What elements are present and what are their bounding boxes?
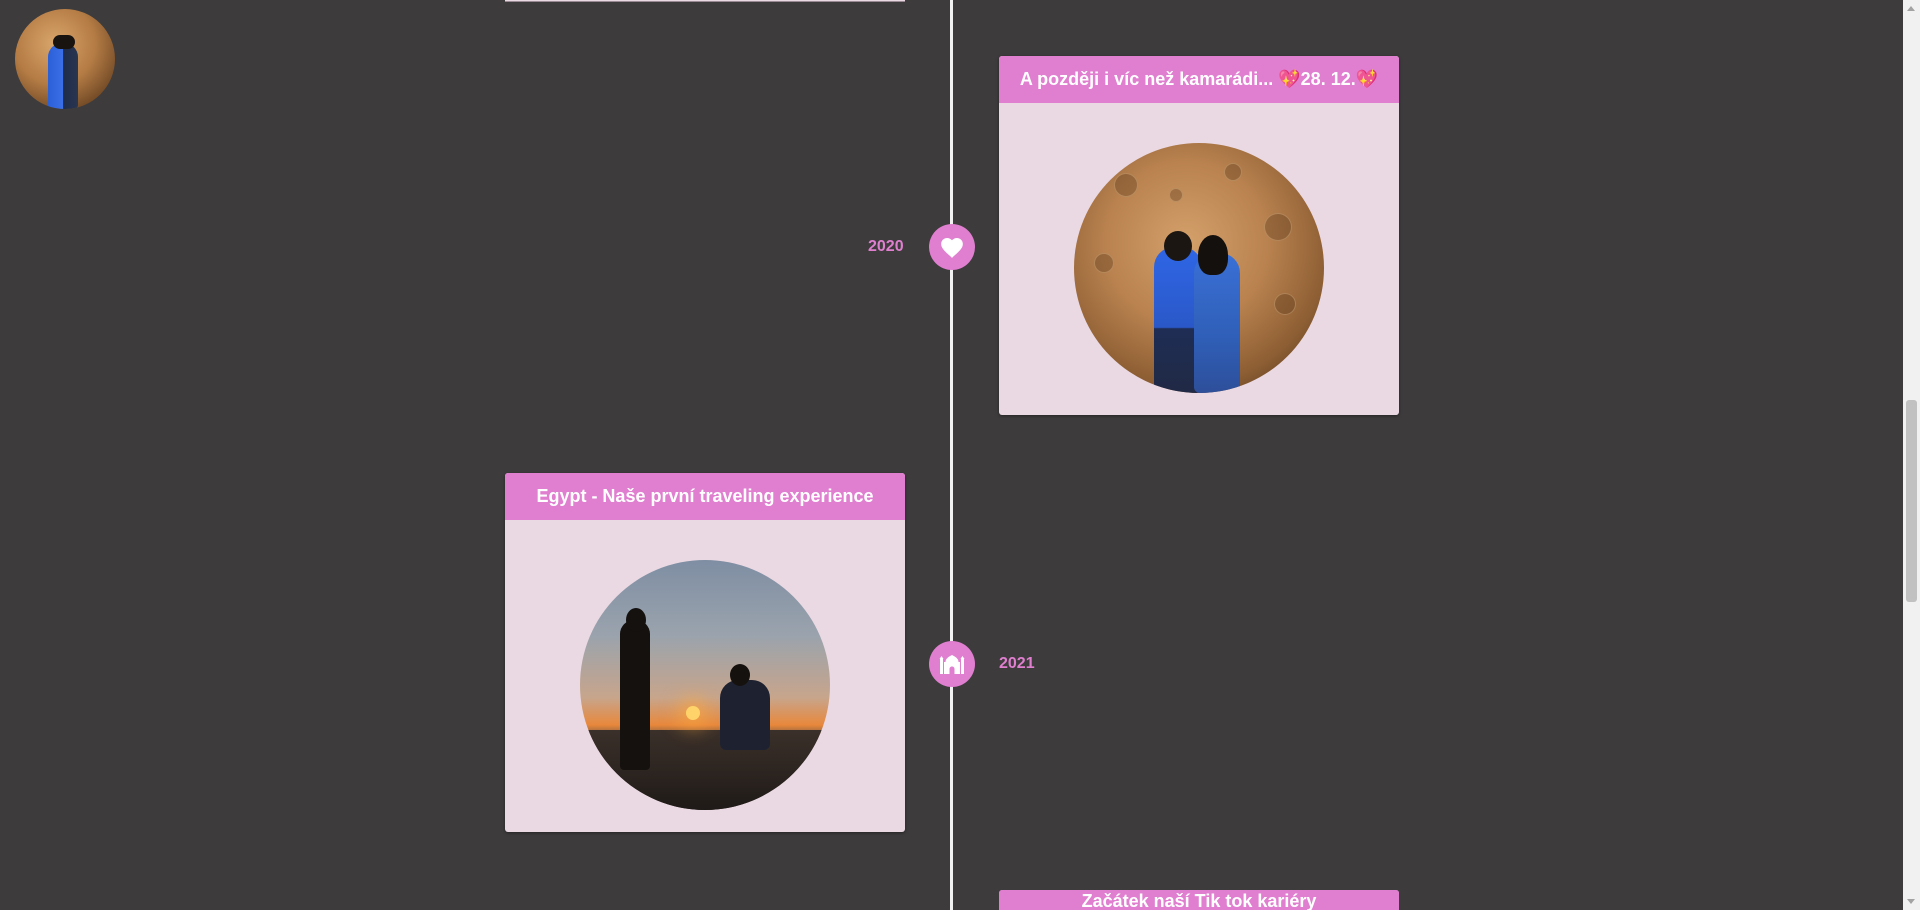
timeline-page: A později i víc než kamarádi... 💖28. 12.…: [0, 0, 1920, 910]
year-label-2020: 2020: [868, 238, 904, 255]
vertical-scrollbar[interactable]: [1903, 0, 1920, 910]
moon-crater: [1169, 188, 1183, 202]
photo-person: [720, 680, 770, 750]
photo-couple: [1154, 231, 1244, 393]
moon-crater: [1274, 293, 1296, 315]
timeline-card-2020: A později i víc než kamarádi... 💖28. 12.…: [999, 56, 1399, 415]
moon-crater: [1264, 213, 1292, 241]
timeline-card-2021: Egypt - Naše první traveling experience: [505, 473, 905, 832]
timeline-line: [950, 0, 953, 910]
moon-crater: [1094, 253, 1114, 273]
card-body: [999, 103, 1399, 415]
event-photo[interactable]: [580, 560, 830, 810]
scroll-down-arrow-icon[interactable]: [1907, 899, 1915, 904]
photo-head: [626, 608, 646, 632]
photo-ground: [580, 730, 830, 810]
card-title: Egypt - Naše první traveling experience: [505, 473, 905, 520]
moon-crater: [1224, 163, 1242, 181]
card-title: A později i víc než kamarádi... 💖28. 12.…: [999, 56, 1399, 103]
year-label-2021: 2021: [999, 655, 1035, 672]
event-photo[interactable]: [1074, 143, 1324, 393]
photo-head: [730, 664, 750, 686]
heart-icon: [941, 238, 963, 258]
timeline-node-2020: [929, 224, 975, 270]
card-title: Začátek naší Tik tok kariéry: [999, 890, 1399, 910]
photo-person: [620, 620, 650, 770]
avatar-figure: [48, 43, 78, 109]
card-body: [505, 520, 905, 832]
photo-sun: [686, 706, 700, 720]
photo-head: [1164, 231, 1192, 261]
avatar-heads: [53, 35, 75, 49]
scroll-up-arrow-icon[interactable]: [1907, 6, 1915, 11]
moon-crater: [1114, 173, 1138, 197]
timeline-card-partial: Začátek naší Tik tok kariéry: [999, 890, 1399, 910]
previous-card-edge: [505, 0, 905, 2]
timeline-node-2021: [929, 641, 975, 687]
mosque-icon: [939, 655, 965, 674]
profile-avatar[interactable]: [15, 9, 115, 109]
scrollbar-thumb[interactable]: [1906, 400, 1917, 602]
photo-head: [1198, 235, 1228, 275]
